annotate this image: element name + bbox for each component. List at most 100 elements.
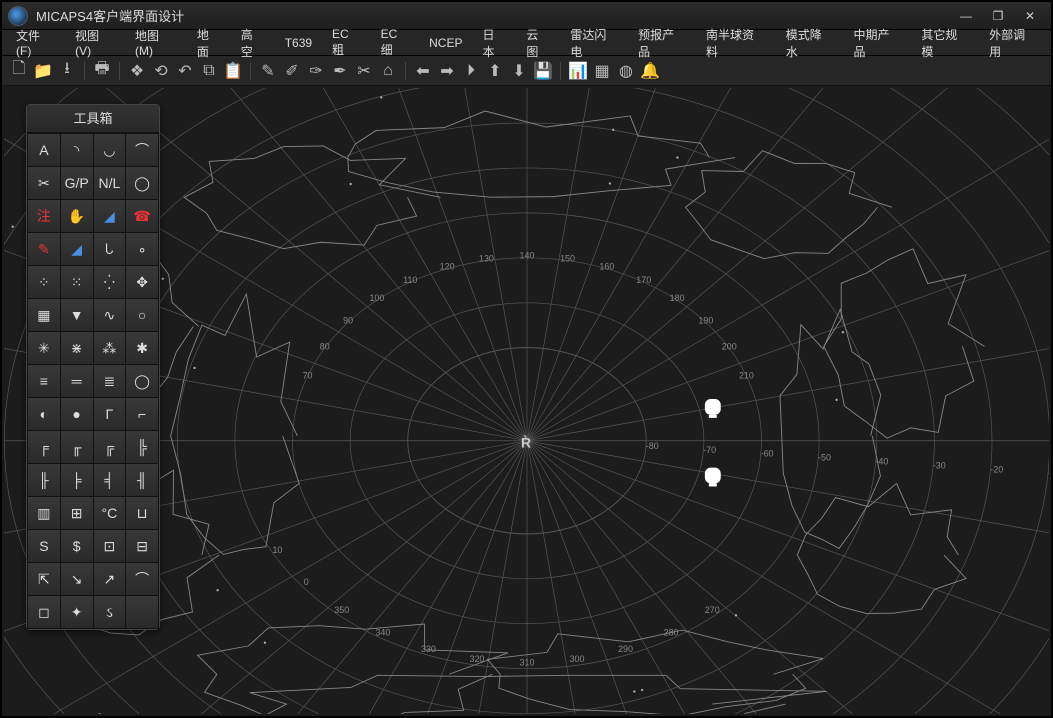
cut-tool[interactable]: ✂ bbox=[28, 167, 60, 199]
gamma1[interactable]: Γ bbox=[94, 398, 126, 430]
up-icon[interactable]: ⬆ bbox=[484, 60, 506, 82]
edit2-icon[interactable]: ✐ bbox=[281, 60, 303, 82]
tri-blue[interactable]: ◢ bbox=[61, 233, 93, 265]
open-icon[interactable]: 📁 bbox=[32, 60, 54, 82]
f8[interactable]: ╢ bbox=[126, 464, 158, 496]
back-icon[interactable]: ⬅ bbox=[412, 60, 434, 82]
f7[interactable]: ╡ bbox=[94, 464, 126, 496]
wave-tool[interactable]: ∿ bbox=[94, 299, 126, 331]
print-icon[interactable]: 🖶 bbox=[91, 60, 113, 82]
map-canvas[interactable]: 7080901001101201301401501601701801902002… bbox=[4, 88, 1049, 714]
circle-tool[interactable]: ○ bbox=[126, 299, 158, 331]
nl-tool[interactable]: N/L bbox=[94, 167, 126, 199]
half-moon[interactable]: ◐ bbox=[28, 398, 60, 430]
star-x[interactable]: ⋇ bbox=[61, 332, 93, 364]
f3[interactable]: ╔ bbox=[94, 431, 126, 463]
swirl[interactable]: ઽ bbox=[94, 596, 126, 628]
menu-中期产品[interactable]: 中期产品 bbox=[844, 23, 912, 63]
loop2-tool[interactable]: ᘂ bbox=[94, 233, 126, 265]
pen-red[interactable]: ✎ bbox=[28, 233, 60, 265]
menu-外部调用[interactable]: 外部调用 bbox=[979, 23, 1047, 63]
triangle-tool[interactable]: ◢ bbox=[94, 200, 126, 232]
box[interactable]: ⊞ bbox=[61, 497, 93, 529]
toolbox-panel[interactable]: 工具箱 A◝◡⌒✂G/PN/L◯注✋◢☎✎◢ᘂ∘⁘⁙⁛✥▦▼∿○✳⋇⁂✱≡═≣◯… bbox=[26, 104, 160, 630]
down-icon[interactable]: ⬇ bbox=[508, 60, 530, 82]
menu-NCEP[interactable]: NCEP bbox=[419, 33, 472, 53]
menu-雷达闪电[interactable]: 雷达闪电 bbox=[560, 23, 628, 63]
save-icon[interactable]: ⭳ bbox=[56, 60, 78, 82]
box2[interactable]: ⊡ bbox=[94, 530, 126, 562]
cup[interactable]: ⊔ bbox=[126, 497, 158, 529]
ring[interactable]: ◯ bbox=[126, 365, 158, 397]
paste-icon[interactable]: 📋 bbox=[222, 60, 244, 82]
sq[interactable]: ◻ bbox=[28, 596, 60, 628]
bars2[interactable]: ═ bbox=[61, 365, 93, 397]
disc[interactable]: ● bbox=[61, 398, 93, 430]
menu-云图[interactable]: 云图 bbox=[516, 23, 560, 63]
dots5[interactable]: ⁙ bbox=[61, 266, 93, 298]
arc-tool[interactable]: ◝ bbox=[61, 134, 93, 166]
f4[interactable]: ╠ bbox=[126, 431, 158, 463]
copy-icon[interactable]: ⧉ bbox=[198, 60, 220, 82]
curve2[interactable]: ⌒ bbox=[126, 563, 158, 595]
f2[interactable]: ╓ bbox=[61, 431, 93, 463]
f6[interactable]: ╞ bbox=[61, 464, 93, 496]
menu-南半球资料[interactable]: 南半球资料 bbox=[696, 23, 776, 63]
text-tool[interactable]: A bbox=[28, 134, 60, 166]
grid-icon[interactable]: ▦ bbox=[591, 60, 613, 82]
spline-tool[interactable]: ⌒ bbox=[126, 134, 158, 166]
chart-icon[interactable]: 📊 bbox=[567, 60, 589, 82]
forward-icon[interactable]: ➡ bbox=[436, 60, 458, 82]
gp-tool[interactable]: G/P bbox=[61, 167, 93, 199]
s-tool[interactable]: S bbox=[28, 530, 60, 562]
undo-icon[interactable]: ↶ bbox=[174, 60, 196, 82]
home-icon[interactable]: ⌂ bbox=[377, 60, 399, 82]
snow[interactable]: ⁂ bbox=[94, 332, 126, 364]
star8[interactable]: ✱ bbox=[126, 332, 158, 364]
arrow-ne[interactable]: ↗ bbox=[94, 563, 126, 595]
globe-icon[interactable]: ◍ bbox=[615, 60, 637, 82]
savefile-icon[interactable]: 💾 bbox=[532, 60, 554, 82]
dot-tool[interactable]: ∘ bbox=[126, 233, 158, 265]
sync-icon[interactable]: ⟲ bbox=[150, 60, 172, 82]
edit3-icon[interactable]: ✑ bbox=[305, 60, 327, 82]
menu-文件(F)[interactable]: 文件(F) bbox=[6, 24, 65, 61]
menu-T639[interactable]: T639 bbox=[275, 33, 322, 53]
menu-地图(M)[interactable]: 地图(M) bbox=[125, 24, 187, 61]
bell-icon[interactable]: 🔔 bbox=[639, 60, 661, 82]
play-icon[interactable]: ⏵ bbox=[460, 60, 482, 82]
menu-高空[interactable]: 高空 bbox=[231, 23, 275, 63]
annotate-tool[interactable]: 注 bbox=[28, 200, 60, 232]
layers-icon[interactable]: ❖ bbox=[126, 60, 148, 82]
phone-tool[interactable]: ☎ bbox=[126, 200, 158, 232]
edit5-icon[interactable]: ✂ bbox=[353, 60, 375, 82]
hand-tool[interactable]: ✋ bbox=[61, 200, 93, 232]
menu-地面[interactable]: 地面 bbox=[187, 23, 231, 63]
edit1-icon[interactable]: ✎ bbox=[257, 60, 279, 82]
empty[interactable] bbox=[126, 596, 158, 628]
menu-EC细[interactable]: EC细 bbox=[371, 24, 420, 61]
dollar[interactable]: $ bbox=[61, 530, 93, 562]
dots4[interactable]: ⁘ bbox=[28, 266, 60, 298]
menu-模式降水[interactable]: 模式降水 bbox=[776, 23, 844, 63]
menu-预报产品[interactable]: 预报产品 bbox=[628, 23, 696, 63]
star4[interactable]: ✦ bbox=[61, 596, 93, 628]
f5[interactable]: ╟ bbox=[28, 464, 60, 496]
menu-EC粗[interactable]: EC粗 bbox=[322, 24, 371, 61]
f1[interactable]: ╒ bbox=[28, 431, 60, 463]
celsius[interactable]: °C bbox=[94, 497, 126, 529]
hatch[interactable]: ▥ bbox=[28, 497, 60, 529]
bars3a[interactable]: ≡ bbox=[28, 365, 60, 397]
edit4-icon[interactable]: ✒ bbox=[329, 60, 351, 82]
menu-视图(V)[interactable]: 视图(V) bbox=[65, 24, 125, 61]
arrow-se[interactable]: ↘ bbox=[61, 563, 93, 595]
curve-tool[interactable]: ◡ bbox=[94, 134, 126, 166]
bars3b[interactable]: ≣ bbox=[94, 365, 126, 397]
dots6[interactable]: ⁛ bbox=[94, 266, 126, 298]
grid-tool[interactable]: ▦ bbox=[28, 299, 60, 331]
box3[interactable]: ⊟ bbox=[126, 530, 158, 562]
loop-tool[interactable]: ◯ bbox=[126, 167, 158, 199]
star6[interactable]: ✳ bbox=[28, 332, 60, 364]
arrow-nw[interactable]: ⇱ bbox=[28, 563, 60, 595]
menu-日本[interactable]: 日本 bbox=[472, 23, 516, 63]
